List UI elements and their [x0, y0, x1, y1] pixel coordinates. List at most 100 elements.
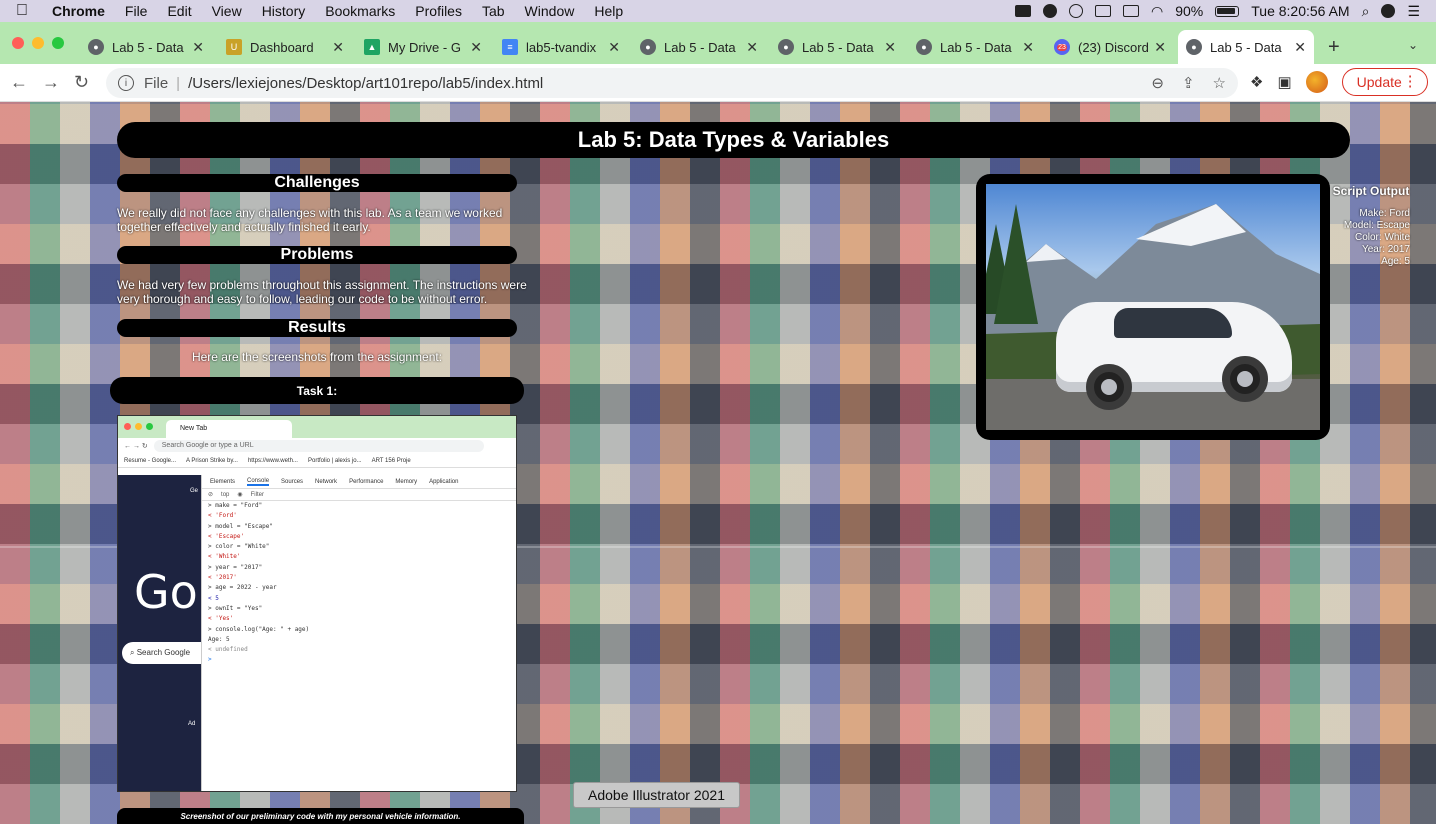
devtools-tab: Sources — [281, 478, 304, 485]
tab-close-icon[interactable]: ✕ — [1022, 39, 1034, 56]
screenshot-omnibox: Search Google or type a URL — [153, 440, 484, 452]
tab-close-icon[interactable]: ✕ — [470, 39, 482, 56]
tab-title: Dashboard — [250, 39, 314, 55]
tab-close-icon[interactable]: ✕ — [746, 39, 758, 56]
battery-icon[interactable] — [1215, 5, 1240, 17]
script-output-title: Script Output — [1332, 184, 1410, 198]
menu-help[interactable]: Help — [594, 3, 623, 19]
address-bar[interactable]: i File | /Users/lexiejones/Desktop/art10… — [106, 68, 1238, 98]
menu-file[interactable]: File — [125, 3, 148, 19]
globe-icon: ● — [916, 39, 932, 55]
menu-profiles[interactable]: Profiles — [415, 3, 462, 19]
tab-lab5-active[interactable]: ● Lab 5 - Data ✕ — [1178, 30, 1314, 64]
console-line: > console.log("Age: " + age) — [208, 625, 310, 633]
tab-dashboard[interactable]: U Dashboard ✕ — [218, 30, 352, 64]
toolbar-right: ❖ ▣ Update ⋮ — [1250, 68, 1428, 96]
screenshot-devtools-tabs: Elements Console Sources Network Perform… — [202, 475, 516, 489]
menu-app-name[interactable]: Chrome — [52, 3, 105, 19]
close-window-button[interactable] — [12, 37, 24, 49]
more-menu-icon[interactable]: ⋮ — [1403, 72, 1418, 90]
forward-arrow-icon[interactable]: → — [42, 72, 60, 93]
dock-tooltip: Adobe Illustrator 2021 — [573, 782, 740, 808]
notification-icon[interactable] — [1043, 4, 1058, 18]
globe-icon: ● — [88, 39, 104, 55]
drive-icon: ▲ — [364, 39, 380, 55]
screenshot-google-ad: Ad — [188, 721, 196, 727]
apple-menu-icon[interactable]:  — [16, 2, 34, 20]
car-photo — [986, 184, 1320, 430]
tab-lab5-4[interactable]: ● Lab 5 - Data ✕ — [908, 30, 1042, 64]
screenshot-tab-strip: New Tab — [118, 416, 516, 438]
airplay-icon[interactable] — [1095, 5, 1112, 17]
screenshot-bookmarks-bar: Resume - Google... A Prison Strike by...… — [118, 454, 516, 468]
menu-edit[interactable]: Edit — [167, 3, 191, 19]
zoom-window-button[interactable] — [52, 37, 64, 49]
info-icon[interactable]: i — [118, 75, 134, 91]
new-tab-button[interactable]: + — [1328, 36, 1340, 59]
tab-close-icon[interactable]: ✕ — [192, 39, 204, 56]
tab-discord[interactable]: 23 (23) Discord ✕ — [1046, 30, 1174, 64]
update-label: Update — [1356, 74, 1402, 90]
discord-icon: 23 — [1054, 39, 1070, 55]
problems-heading: Problems — [117, 246, 517, 264]
tab-close-icon[interactable]: ✕ — [1154, 39, 1166, 56]
results-heading: Results — [117, 319, 517, 337]
menu-extras: ◠ 90% Tue 8:20:56 AM ⌕ ☰ — [1015, 0, 1420, 22]
screenshot-address-row: ← → ↻ Search Google or type a URL — [118, 438, 516, 454]
screenshot-tab-title: New Tab — [180, 425, 208, 432]
menu-window[interactable]: Window — [525, 3, 575, 19]
tab-lab5-doc[interactable]: ≡ lab5-tvandix ✕ — [494, 30, 628, 64]
share-icon[interactable]: ⇪ — [1182, 74, 1195, 92]
zoom-out-icon[interactable]: ⊖ — [1151, 74, 1164, 92]
devtools-tab: Application — [429, 478, 459, 485]
tab-title: My Drive - G — [388, 39, 461, 55]
control-center-icon[interactable]: ☰ — [1407, 3, 1420, 20]
tab-lab5-2[interactable]: ● Lab 5 - Data ✕ — [632, 30, 766, 64]
results-text: Here are the screenshots from the assign… — [191, 350, 443, 364]
creative-cloud-icon[interactable] — [1069, 4, 1084, 18]
tab-title: lab5-tvandix — [526, 39, 597, 55]
tab-my-drive[interactable]: ▲ My Drive - G ✕ — [356, 30, 490, 64]
menu-bookmarks[interactable]: Bookmarks — [325, 3, 395, 19]
profile-avatar[interactable] — [1305, 71, 1328, 93]
camera-icon[interactable] — [1015, 5, 1032, 17]
car-window — [1114, 308, 1232, 338]
url-scheme: File — [144, 74, 169, 92]
tab-lab5-3[interactable]: ● Lab 5 - Data ✕ — [770, 30, 904, 64]
url-text[interactable]: /Users/lexiejones/Desktop/art101repo/lab… — [188, 75, 543, 92]
console-line: > color = "White" — [208, 543, 270, 551]
minimize-window-button[interactable] — [32, 37, 44, 49]
screenshot-console-filter: ⊘ top ◉ Filter — [202, 489, 516, 501]
screenshot-google-search: ⌕ Search Google — [122, 642, 212, 664]
globe-icon: ● — [778, 39, 794, 55]
spotlight-search-icon[interactable]: ⌕ — [1362, 3, 1370, 20]
car-wheel-front — [1086, 364, 1132, 410]
tab-close-icon[interactable]: ✕ — [332, 39, 344, 56]
side-panel-icon[interactable]: ▣ — [1277, 73, 1291, 91]
console-context: top — [221, 491, 230, 498]
console-line: < 'White' — [208, 553, 241, 561]
menu-clock[interactable]: Tue 8:20:56 AM — [1251, 3, 1349, 19]
tab-close-icon[interactable]: ✕ — [1294, 39, 1306, 56]
menu-tab[interactable]: Tab — [482, 3, 505, 19]
tab-close-icon[interactable]: ✕ — [608, 39, 620, 56]
extensions-puzzle-icon[interactable]: ❖ — [1250, 73, 1263, 91]
back-arrow-icon[interactable]: ← — [10, 72, 28, 93]
devtools-tab: Network — [315, 478, 338, 485]
battery-percent: 90% — [1175, 3, 1204, 19]
update-button[interactable]: Update ⋮ — [1341, 68, 1428, 96]
task-1-screenshot: New Tab ← → ↻ Search Google or type a UR… — [117, 415, 517, 792]
tab-close-icon[interactable]: ✕ — [884, 39, 896, 56]
keyboard-icon[interactable] — [1123, 5, 1140, 17]
reload-icon[interactable]: ↻ — [74, 72, 89, 93]
menu-view[interactable]: View — [212, 3, 242, 19]
tab-lab5-1[interactable]: ● Lab 5 - Data ✕ — [80, 30, 212, 64]
wifi-icon[interactable]: ◠ — [1151, 3, 1163, 20]
screenshot-zoom-dot — [146, 423, 153, 430]
menu-history[interactable]: History — [262, 3, 306, 19]
tab-search-chevron-icon[interactable]: ⌄ — [1408, 38, 1418, 52]
bookmark-star-icon[interactable]: ☆ — [1213, 74, 1226, 92]
script-output-model: Model: Escape — [1343, 220, 1410, 231]
siri-icon[interactable] — [1381, 4, 1396, 18]
screenshot-minimize-dot — [135, 423, 142, 430]
